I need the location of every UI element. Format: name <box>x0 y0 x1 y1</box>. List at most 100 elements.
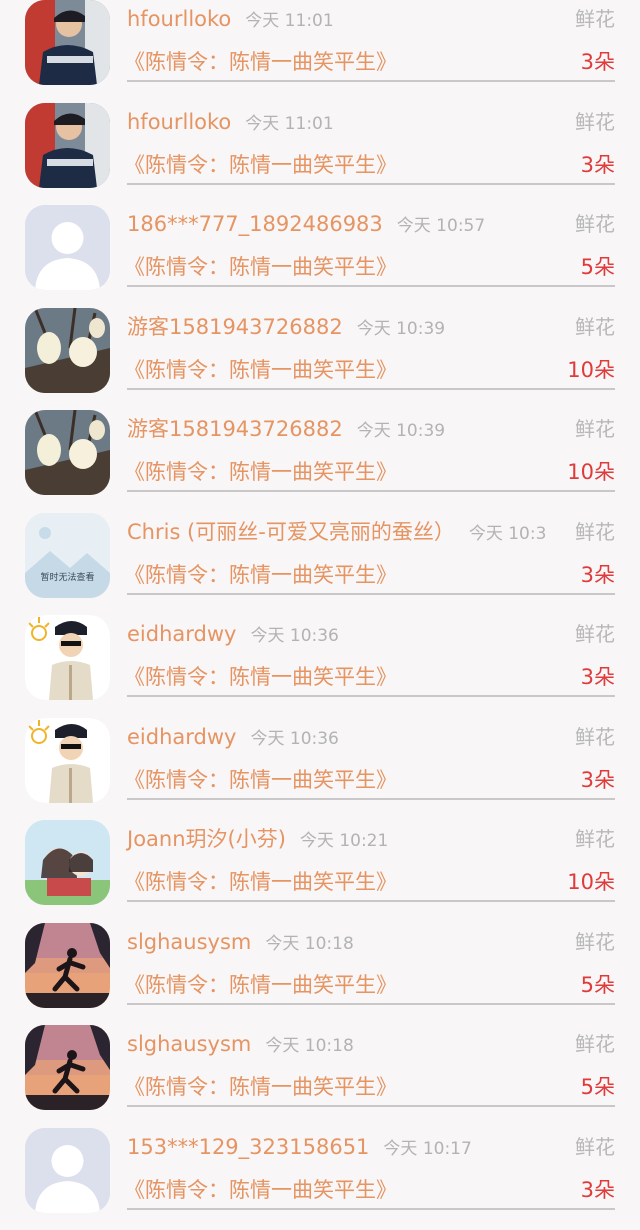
sender-name[interactable]: eidhardwy 今天 10:36 <box>127 621 339 649</box>
gift-count: 5朵 <box>580 1075 615 1099</box>
sender-name-text[interactable]: 186***777_1892486983 <box>127 212 383 236</box>
default-avatar-icon[interactable] <box>25 205 110 290</box>
sender-name[interactable]: hfourlloko 今天 11:01 <box>127 109 334 137</box>
row-divider <box>127 900 615 902</box>
sender-name-text[interactable]: slghausysm <box>127 1032 251 1056</box>
work-title-link[interactable]: 《陈情令：陈情一曲笑平生》 <box>124 152 397 178</box>
image-unavailable-icon[interactable]: 暂时无法查看 <box>25 513 110 598</box>
work-title-link[interactable]: 《陈情令：陈情一曲笑平生》 <box>124 869 397 895</box>
sender-name-text[interactable]: hfourlloko <box>127 7 231 31</box>
sender-name[interactable]: slghausysm 今天 10:18 <box>127 929 354 957</box>
work-title-link[interactable]: 《陈情令：陈情一曲笑平生》 <box>124 1177 397 1203</box>
gift-count: 5朵 <box>580 255 615 279</box>
row-divider <box>127 1105 615 1107</box>
work-title-link[interactable]: 《陈情令：陈情一曲笑平生》 <box>124 49 397 75</box>
gift-time: 今天 10:57 <box>396 216 486 236</box>
gift-record-row[interactable]: eidhardwy 今天 10:36 鲜花 《陈情令：陈情一曲笑平生》 3朵 <box>0 615 640 717</box>
gift-count: 3朵 <box>580 563 615 587</box>
row-divider <box>127 80 615 82</box>
work-title-link[interactable]: 《陈情令：陈情一曲笑平生》 <box>124 767 397 793</box>
row-divider <box>127 1003 615 1005</box>
work-title-link[interactable]: 《陈情令：陈情一曲笑平生》 <box>124 254 397 280</box>
sender-name-text[interactable]: 153***129_323158651 <box>127 1135 369 1159</box>
gift-record-row[interactable]: 186***777_1892486983 今天 10:57 鲜花《陈情令：陈情一曲笑… <box>0 205 640 307</box>
default-avatar-icon[interactable] <box>25 1128 110 1213</box>
magnolia-avatar-icon[interactable] <box>25 410 110 495</box>
gift-time: 今天 10:18 <box>265 1036 354 1056</box>
work-title-link[interactable]: 《陈情令：陈情一曲笑平生》 <box>124 459 397 485</box>
row-divider <box>127 285 615 287</box>
sender-name-text[interactable]: eidhardwy <box>127 622 236 646</box>
gift-type-label: 鲜花 <box>575 211 615 237</box>
gift-type-label: 鲜花 <box>575 1134 615 1160</box>
svg-text:暂时无法查看: 暂时无法查看 <box>40 571 94 583</box>
magnolia-avatar-icon[interactable] <box>25 308 110 393</box>
sender-name-text[interactable]: 游客1581943726882 <box>127 417 343 441</box>
gift-time: 今天 10:17 <box>383 1139 472 1159</box>
gift-record-row[interactable]: hfourlloko 今天 11:01 鲜花《陈情令：陈情一曲笑平生》 3朵 <box>0 0 640 102</box>
avatar-boy-cap-icon[interactable] <box>25 103 110 188</box>
sender-name-text[interactable]: 游客1581943726882 <box>127 315 343 339</box>
sender-name[interactable]: slghausysm 今天 10:18 <box>127 1031 354 1059</box>
work-title-link[interactable]: 《陈情令：陈情一曲笑平生》 <box>124 1074 397 1100</box>
work-title-link[interactable]: 《陈情令：陈情一曲笑平生》 <box>124 972 397 998</box>
cartoon-officer-icon[interactable] <box>25 615 110 700</box>
work-title-link[interactable]: 《陈情令：陈情一曲笑平生》 <box>124 357 397 383</box>
gift-time: 今天 10:3 <box>468 524 547 544</box>
gift-time: 今天 10:39 <box>356 319 446 339</box>
sender-name[interactable]: 186***777_1892486983 今天 10:57 <box>127 211 485 239</box>
cartoon-officer-icon[interactable] <box>25 718 110 803</box>
gift-type-label: 鲜花 <box>575 314 615 340</box>
work-title-link[interactable]: 《陈情令：陈情一曲笑平生》 <box>124 664 397 690</box>
runner-sunset-icon[interactable] <box>25 1025 110 1110</box>
gift-time: 今天 10:21 <box>299 831 389 851</box>
gift-type-label: 鲜花 <box>575 929 615 955</box>
sender-name[interactable]: hfourlloko 今天 11:01 <box>127 6 334 34</box>
gift-count: 10朵 <box>567 460 615 484</box>
anime-couple-icon[interactable] <box>25 820 110 905</box>
row-divider <box>127 183 615 185</box>
sender-name-text[interactable]: Joann玥汐(小芬) <box>127 827 286 851</box>
gift-type-label: 鲜花 <box>575 6 615 32</box>
gift-record-row[interactable]: 暂时无法查看 Chris (可丽丝-可爱又亮丽的蚕丝） 今天 10:3 鲜花《陈情令… <box>0 513 640 615</box>
row-divider <box>127 798 615 800</box>
runner-sunset-icon[interactable] <box>25 923 110 1008</box>
sender-name-text[interactable]: hfourlloko <box>127 110 231 134</box>
gift-type-label: 鲜花 <box>575 1031 615 1057</box>
sender-name-text[interactable]: Chris (可丽丝-可爱又亮丽的蚕丝） <box>127 520 455 544</box>
gift-count: 5朵 <box>580 973 615 997</box>
sender-name[interactable]: 游客1581943726882 今天 10:39 <box>127 416 445 444</box>
gift-record-row[interactable]: 游客1581943726882 今天 10:39 鲜花《陈情令：陈情一曲笑平生》 10… <box>0 410 640 512</box>
gift-time: 今天 10:36 <box>250 729 339 749</box>
gift-time: 今天 11:01 <box>245 11 334 31</box>
sender-name-text[interactable]: eidhardwy <box>127 725 236 749</box>
gift-record-row[interactable]: 游客1581943726882 今天 10:39 鲜花 《陈情令：陈情一曲笑平生》 10… <box>0 308 640 410</box>
row-divider <box>127 490 615 492</box>
work-title-link[interactable]: 《陈情令：陈情一曲笑平生》 <box>124 562 397 588</box>
gift-type-label: 鲜花 <box>575 109 615 135</box>
sender-name[interactable]: 游客1581943726882 今天 10:39 <box>127 314 445 342</box>
gift-time: 今天 10:36 <box>250 626 339 646</box>
gift-record-row[interactable]: eidhardwy 今天 10:36 鲜花《陈情令：陈情一曲笑平生》 3朵 <box>0 718 640 820</box>
gift-record-row[interactable]: 153***129_323158651 今天 10:17 鲜花《陈情令：陈情一曲笑平… <box>0 1128 640 1230</box>
gift-count: 10朵 <box>567 870 615 894</box>
avatar-boy-cap-icon[interactable] <box>25 0 110 85</box>
gift-record-row[interactable]: slghausysm 今天 10:18 鲜花《陈情令：陈情一曲笑平生》 5朵 <box>0 923 640 1025</box>
gift-record-row[interactable]: slghausysm 今天 10:18 鲜花《陈情令：陈情一曲笑平生》 5朵 <box>0 1025 640 1127</box>
row-divider <box>127 593 615 595</box>
sender-name[interactable]: eidhardwy 今天 10:36 <box>127 724 339 752</box>
gift-type-label: 鲜花 <box>575 826 615 852</box>
gift-count: 3朵 <box>580 1178 615 1202</box>
gift-count: 3朵 <box>580 50 615 74</box>
sender-name[interactable]: 153***129_323158651 今天 10:17 <box>127 1134 472 1162</box>
gift-type-label: 鲜花 <box>575 519 615 545</box>
sender-name-text[interactable]: slghausysm <box>127 930 251 954</box>
gift-count: 3朵 <box>580 768 615 792</box>
gift-record-row[interactable]: hfourlloko 今天 11:01 鲜花 《陈情令：陈情一曲笑平生》 3朵 <box>0 103 640 205</box>
gift-record-row[interactable]: Joann玥汐(小芬) 今天 10:21 鲜花《陈情令：陈情一曲笑平生》 10朵 <box>0 820 640 922</box>
sender-name[interactable]: Joann玥汐(小芬) 今天 10:21 <box>127 826 388 854</box>
sender-name[interactable]: Chris (可丽丝-可爱又亮丽的蚕丝） 今天 10:3 <box>127 519 546 547</box>
gift-type-label: 鲜花 <box>575 724 615 750</box>
row-divider <box>127 695 615 697</box>
gift-type-label: 鲜花 <box>575 416 615 442</box>
